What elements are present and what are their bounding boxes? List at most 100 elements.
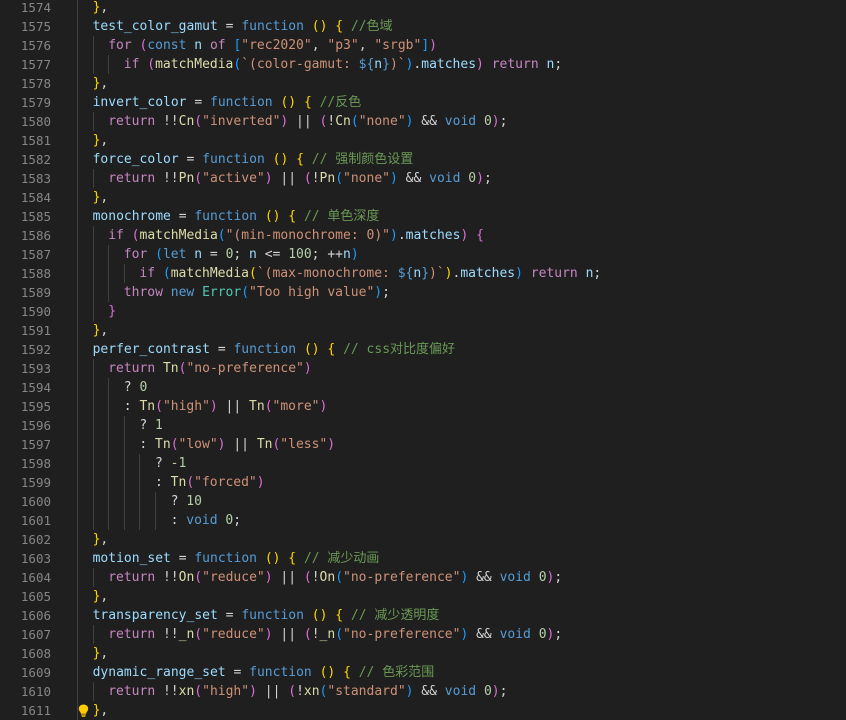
code-line[interactable]: 1580 return !!Cn("inverted") || (!Cn("non… [0,112,846,131]
code-line[interactable]: 1593 return Tn("no-preference") [0,359,846,378]
code-line[interactable]: 1598? -1 [0,454,846,473]
code-token: ) [350,247,359,262]
code-line[interactable]: 1589 throw new Error("Too high value"); [0,283,846,302]
indent-guide [77,644,78,663]
code-token: "no-preference" [186,361,304,376]
code-line[interactable]: 1578}, [0,74,846,93]
code-line[interactable]: 1583 return !!Pn("active") || (!Pn("none"… [0,169,846,188]
code-line[interactable]: 1608}, [0,644,846,663]
indent-guide [92,682,94,701]
code-line[interactable]: 1601: void 0; [0,511,846,530]
indent-guide [139,454,141,473]
code-line[interactable]: 1599: Tn("forced") [0,473,846,492]
code-token: function [249,665,312,680]
code-line[interactable]: 1606 transparency_set = function () { // … [0,606,846,625]
code-line[interactable]: 1594? 0 [0,378,846,397]
code-token: Cn [178,114,195,129]
lightbulb-icon[interactable] [77,704,89,717]
code-token: } [382,57,390,72]
code-line[interactable]: 1607 return !!_n("reduce") || (!_n("no-pr… [0,625,846,644]
line-number: 1582 [20,152,51,167]
code-token: void [429,171,461,186]
code-line[interactable]: 1587 for (let n = 0; n <= 100; ++n) [0,245,846,264]
code-line[interactable]: 1581}, [0,131,846,150]
line-number: 1588 [20,266,51,281]
indent-guide [108,378,110,397]
code-line[interactable]: 1604 return !!On("reduce") || (!On("no-pr… [0,568,846,587]
code-line[interactable]: 1579 invert_color = function () { //反色 [0,93,846,112]
line-number: 1580 [20,114,51,129]
code-token: () [264,551,281,566]
code-token: // 单色深度 [303,209,380,224]
code-line[interactable]: 1585 monochrome = function () { // 单色深度 [0,207,846,226]
code-line[interactable]: 1610 return !!xn("high") || (!xn("standar… [0,682,846,701]
line-number: 1597 [20,437,51,452]
code-line[interactable]: 1609 dynamic_range_set = function () { //… [0,663,846,682]
code-line[interactable]: 1576 for (const n of ["rec2020", "p3", "s… [0,36,846,55]
code-token: = [178,152,203,167]
code-line[interactable]: 1605}, [0,587,846,606]
code-line[interactable]: 1591}, [0,321,846,340]
code-token: "forced" [194,475,257,490]
code-line[interactable]: 1574}, [0,0,846,17]
code-line[interactable]: 1596? 1 [0,416,846,435]
code-token: , [100,190,109,205]
code-token: ; [233,513,242,528]
code-line[interactable]: 1590} [0,302,846,321]
code-token: ( [162,266,171,281]
code-line[interactable]: 1575 test_color_gamut = function () { //色… [0,17,846,36]
code-token: ( [350,114,359,129]
code-line[interactable]: 1602}, [0,530,846,549]
code-token: ) [389,228,398,243]
indent-guide [77,435,78,454]
indent-guide [77,188,78,207]
code-text: : Tn("low") || Tn("less") [139,435,335,454]
code-line[interactable]: 1582 force_color = function () { // 强制颜色设… [0,150,846,169]
code-text: }, [93,0,109,17]
code-token: return [491,57,539,72]
code-token: "rec2020" [241,38,312,53]
line-number: 1575 [20,19,51,34]
code-token: test_color_gamut [92,19,218,34]
indent-guide [123,492,125,511]
code-line[interactable]: 1600? 10 [0,492,846,511]
code-token: -1 [170,456,187,471]
code-text: dynamic_range_set = function () { // 色彩范… [93,663,435,682]
code-line[interactable]: 1577 if (matchMedia(`(color-gamut: ${n})`… [0,55,846,74]
code-line[interactable]: 1595: Tn("high") || Tn("more") [0,397,846,416]
code-token: function [194,551,257,566]
code-token: n [194,247,203,262]
line-number: 1608 [20,646,51,661]
code-line[interactable]: 1597 : Tn("low") || Tn("less") [0,435,846,454]
code-line[interactable]: 1584}, [0,188,846,207]
code-token: ] [421,38,430,53]
code-editor[interactable]: 1574}, 1575 test_color_gamut = function ()… [0,0,846,720]
code-token: () [280,95,297,110]
indent-guide [108,264,110,283]
indent-guide [77,587,78,606]
code-line[interactable]: 1588 if (matchMedia(`(max-monochrome: ${n… [0,264,846,283]
code-token: 0 [538,570,547,585]
code-text: : Tn("high") || Tn("more") [124,397,328,416]
line-number: 1600 [20,494,51,509]
code-token: ) [264,570,273,585]
code-line[interactable]: 1603 motion_set = function () { // 减少动画 [0,549,846,568]
code-line[interactable]: 1611}, [0,701,846,720]
line-number: 1603 [20,551,51,566]
code-token: !! [162,171,179,186]
code-token: ( [303,171,312,186]
indent-guide [92,359,94,378]
indent-guide [108,397,110,416]
code-token: Tn [170,475,187,490]
indent-guide [139,511,141,530]
code-line[interactable]: 1592 perfer_contrast = function () { // c… [0,340,846,359]
indent-guide [92,169,94,188]
indent-guide [92,397,94,416]
code-line[interactable]: 1586 if (matchMedia("(min-monochrome: 0)"… [0,226,846,245]
